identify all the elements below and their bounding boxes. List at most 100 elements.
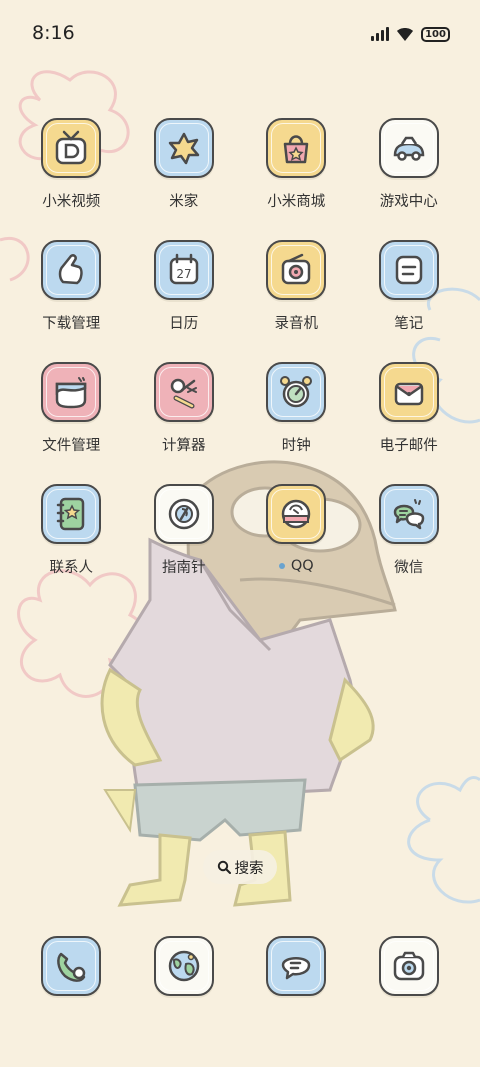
app-tile (266, 240, 327, 300)
app-label: 微信 (394, 556, 423, 576)
status-icons: 100 (371, 24, 450, 44)
app-label-text: 联系人 (49, 559, 94, 576)
dock-messages[interactable] (240, 936, 353, 996)
app-tile (266, 118, 327, 178)
contacts-book-icon (57, 497, 85, 531)
app-qq[interactable]: QQ (240, 484, 353, 576)
app-label-text: 小米商城 (267, 193, 326, 210)
app-label: 计算器 (162, 434, 206, 454)
app-tile (41, 118, 102, 178)
new-install-dot (278, 563, 285, 569)
app-folder[interactable]: 文件管理 (15, 362, 128, 454)
app-tile (41, 484, 102, 544)
app-tile (266, 484, 327, 544)
app-label-text: 文件管理 (42, 437, 101, 454)
app-label: 时钟 (282, 434, 311, 454)
battery-indicator: 100 (421, 26, 450, 42)
app-label: QQ (278, 556, 314, 576)
app-grid: 小米视频 米家 小米商城 游戏中心下载管理 27 日历 录音机 笔记文件管理 计算器 时钟 电子邮件… (15, 118, 465, 576)
recorder-icon (282, 253, 311, 285)
app-label-text: 时钟 (281, 437, 311, 454)
calculator-icon (170, 378, 197, 409)
app-label: 笔记 (394, 312, 423, 332)
app-tile (41, 362, 102, 422)
app-label-text: 指南针 (162, 559, 206, 576)
app-tile (153, 118, 214, 178)
status-bar: 8:16 100 (0, 0, 480, 68)
app-calendar[interactable]: 27 日历 (128, 240, 241, 332)
app-tile (378, 362, 439, 422)
app-label: 文件管理 (42, 434, 100, 454)
search-button[interactable]: 搜索 (203, 850, 277, 884)
app-label: 录音机 (275, 312, 319, 332)
app-shopping-bag[interactable]: 小米商城 (240, 118, 353, 210)
app-label: 小米商城 (267, 190, 325, 210)
app-label-text: 微信 (394, 559, 424, 576)
calendar-icon: 27 (169, 253, 198, 285)
app-tile (153, 484, 214, 544)
folder-icon (56, 377, 87, 409)
app-tile: 27 (153, 240, 214, 300)
app-wechat[interactable]: 微信 (353, 484, 466, 576)
sun-icon (168, 132, 199, 165)
app-tile (266, 362, 327, 422)
dock-phone[interactable] (15, 936, 128, 996)
app-label: 日历 (169, 312, 198, 332)
notes-icon (395, 255, 422, 285)
app-tile (378, 118, 439, 178)
app-label-text: 游戏中心 (379, 193, 438, 210)
app-label: 联系人 (50, 556, 94, 576)
game-controller-icon (393, 136, 425, 161)
signal-icon (371, 27, 389, 41)
messages-icon (282, 957, 311, 980)
app-label-text: 计算器 (162, 437, 206, 454)
camera-icon (393, 951, 424, 981)
app-tile (153, 362, 214, 422)
app-label-text: 日历 (169, 315, 199, 332)
app-calculator[interactable]: 计算器 (128, 362, 241, 454)
app-label: 游戏中心 (380, 190, 438, 210)
app-hand[interactable]: 下载管理 (15, 240, 128, 332)
app-envelope[interactable]: 电子邮件 (353, 362, 466, 454)
app-tv[interactable]: 小米视频 (15, 118, 128, 210)
phone-icon (57, 952, 86, 982)
qq-icon (282, 499, 311, 529)
app-label-text: 小米视频 (42, 193, 101, 210)
app-sun[interactable]: 米家 (128, 118, 241, 210)
compass-icon (168, 498, 199, 530)
app-notes[interactable]: 笔记 (353, 240, 466, 332)
app-tile (266, 936, 327, 996)
app-game-controller[interactable]: 游戏中心 (353, 118, 466, 210)
wechat-icon (393, 499, 424, 530)
wifi-icon (397, 27, 413, 41)
app-tile (41, 240, 102, 300)
app-tile (153, 936, 214, 996)
app-label-text: 电子邮件 (379, 437, 438, 454)
app-label: 下载管理 (42, 312, 100, 332)
hand-icon (59, 254, 83, 285)
app-contacts-book[interactable]: 联系人 (15, 484, 128, 576)
app-tile (378, 240, 439, 300)
search-label: 搜索 (234, 860, 264, 877)
status-time: 8:16 (32, 22, 75, 44)
app-recorder[interactable]: 录音机 (240, 240, 353, 332)
app-label-text: 录音机 (274, 315, 319, 332)
app-alarm-clock[interactable]: 时钟 (240, 362, 353, 454)
app-tile (41, 936, 102, 996)
search-icon (217, 860, 231, 874)
app-label-text: 笔记 (394, 315, 424, 332)
app-label: 米家 (169, 190, 198, 210)
dock (15, 936, 465, 996)
app-label-text: 下载管理 (42, 315, 101, 332)
app-label: 小米视频 (42, 190, 100, 210)
app-compass[interactable]: 指南针 (128, 484, 241, 576)
browser-globe-icon (168, 950, 199, 982)
app-tile (378, 936, 439, 996)
envelope-icon (394, 382, 423, 406)
shopping-bag-icon (284, 135, 309, 164)
app-label: 电子邮件 (380, 434, 438, 454)
app-label-text: QQ (290, 558, 314, 574)
app-tile (378, 484, 439, 544)
dock-browser-globe[interactable] (128, 936, 241, 996)
dock-camera[interactable] (353, 936, 466, 996)
